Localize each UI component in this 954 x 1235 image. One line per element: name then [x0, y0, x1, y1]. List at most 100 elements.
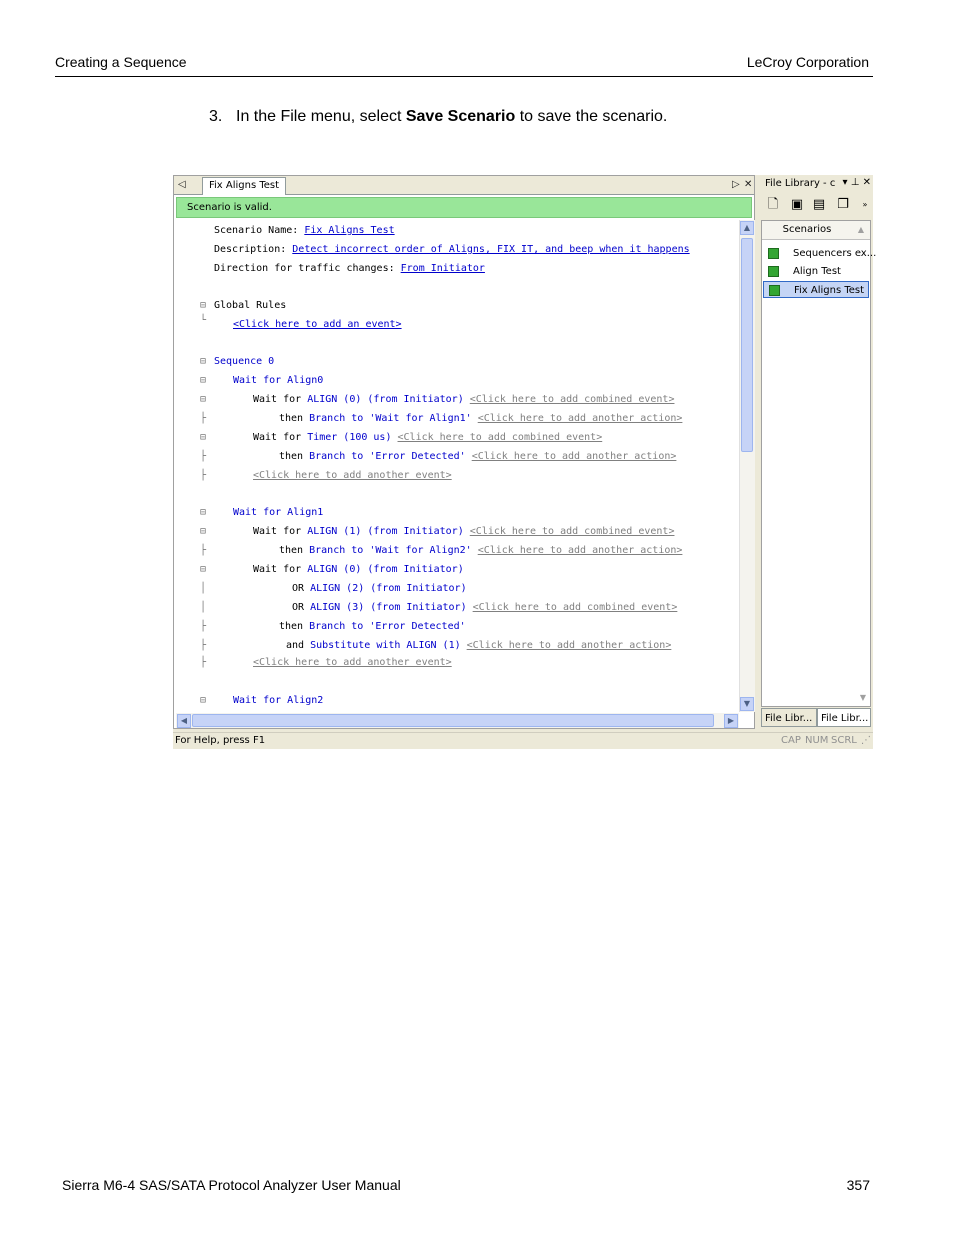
- collapse-icon[interactable]: ⊟: [200, 299, 209, 313]
- collapse-icon[interactable]: ⊟: [200, 355, 209, 369]
- document-tabbar: ◁ Fix Aligns Test ▷ ✕: [174, 176, 754, 195]
- collapse-icon[interactable]: ⊟: [200, 525, 209, 539]
- tree-branch-icon: ├: [200, 545, 207, 556]
- add-combined-event-link[interactable]: <Click here to add combined event>: [473, 602, 678, 613]
- add-action-link[interactable]: <Click here to add another action>: [478, 545, 683, 556]
- description-line: Description: Detect incorrect order of A…: [214, 244, 690, 255]
- add-action-link[interactable]: <Click here to add another action>: [478, 413, 683, 424]
- save-all-icon[interactable]: ▤: [811, 197, 827, 213]
- statusbar: For Help, press F1 CAP NUM SCRL ⋰: [173, 732, 873, 749]
- help-text: For Help, press F1: [175, 735, 266, 746]
- description-link[interactable]: Detect incorrect order of Aligns, FIX IT…: [292, 244, 689, 255]
- new-file-icon[interactable]: 🗋: [765, 197, 781, 213]
- event-line: Wait for ALIGN (0) (from Initiator) <Cli…: [253, 394, 675, 405]
- num-indicator: NUM: [805, 735, 829, 746]
- collapse-icon[interactable]: ⊟: [200, 563, 209, 577]
- or-event-line: OR ALIGN (3) (from Initiator) <Click her…: [292, 602, 678, 613]
- add-event-line[interactable]: <Click here to add another event>: [253, 469, 452, 483]
- collapse-icon[interactable]: ⊟: [200, 374, 209, 388]
- tab-file-library-1[interactable]: File Libr...: [761, 708, 817, 727]
- list-item[interactable]: Fix Aligns Test: [763, 281, 869, 298]
- tree-branch-icon: ├: [200, 640, 207, 651]
- tree-branch-icon: ├: [200, 451, 207, 462]
- action-line: then Branch to 'Wait for Align1' <Click …: [279, 413, 683, 424]
- scroll-right-icon[interactable]: ▶: [724, 714, 738, 728]
- vertical-scrollbar[interactable]: ▲ ▼: [739, 220, 755, 712]
- state-wait-for-align2[interactable]: Wait for Align2: [233, 694, 323, 708]
- file-library-toolbar: 🗋 ▣ ▤ ❐ »: [763, 194, 871, 218]
- scenario-name-link[interactable]: Fix Aligns Test: [304, 225, 394, 236]
- footer-manual-title: Sierra M6-4 SAS/SATA Protocol Analyzer U…: [62, 1177, 401, 1193]
- close-icon[interactable]: ✕: [744, 178, 752, 192]
- app-window: ◁ Fix Aligns Test ▷ ✕ Scenario is valid.…: [173, 175, 876, 749]
- collapse-icon[interactable]: ⊟: [200, 694, 209, 708]
- page-number: 357: [846, 1177, 870, 1193]
- horizontal-scroll-thumb[interactable]: [192, 714, 714, 727]
- or-event-line: OR ALIGN (2) (from Initiator): [292, 583, 467, 594]
- step-bold: Save Scenario: [405, 108, 516, 125]
- event-line: Wait for ALIGN (1) (from Initiator) <Cli…: [253, 526, 675, 537]
- list-header-scenarios[interactable]: Scenarios: [762, 221, 852, 240]
- scrl-indicator: SCRL: [831, 735, 857, 746]
- scenario-list: Scenarios ▲ Sequencers ex... Align Test …: [761, 220, 876, 707]
- more-icon[interactable]: »: [857, 197, 873, 213]
- file-library-pane: File Library - c ▾ ⊥ ✕ 🗋 ▣ ▤ ❐ » Scenari…: [761, 175, 876, 729]
- tree-line-icon: │: [200, 583, 207, 594]
- pin-icon[interactable]: ⊥: [851, 177, 860, 188]
- side-tabs: File Libr... File Libr...: [761, 708, 873, 728]
- scroll-up-icon[interactable]: ▲: [740, 221, 754, 235]
- add-event-line[interactable]: <Click here to add another event>: [253, 656, 452, 670]
- state-wait-for-align1[interactable]: Wait for Align1: [233, 506, 323, 520]
- scenario-icon: [768, 266, 779, 277]
- tab-right-arrow-icon[interactable]: ▷: [732, 178, 740, 192]
- tree-end-icon: └: [200, 315, 207, 326]
- action-line: then Branch to 'Error Detected': [279, 621, 466, 632]
- scenario-editor[interactable]: Scenario Name: Fix Aligns Test Descripti…: [176, 220, 738, 712]
- sort-up-icon[interactable]: ▲: [852, 221, 870, 240]
- event-line: Wait for ALIGN (0) (from Initiator): [253, 564, 464, 575]
- add-event-link[interactable]: <Click here to add an event>: [233, 318, 402, 332]
- copy-icon[interactable]: ❐: [835, 197, 851, 213]
- resize-grip-icon[interactable]: ⋰: [861, 733, 871, 748]
- document-pane: ◁ Fix Aligns Test ▷ ✕ Scenario is valid.…: [173, 175, 755, 729]
- tab-fix-aligns-test[interactable]: Fix Aligns Test: [202, 177, 287, 195]
- event-line: Wait for Timer (100 us) <Click here to a…: [253, 432, 603, 443]
- pane-controls: ▾ ⊥ ✕: [842, 177, 871, 188]
- list-item[interactable]: Sequencers ex...: [763, 245, 876, 262]
- collapse-icon[interactable]: ⊟: [200, 393, 209, 407]
- vertical-scroll-thumb[interactable]: [741, 238, 753, 452]
- add-combined-event-link[interactable]: <Click here to add combined event>: [470, 394, 675, 405]
- tree-branch-icon: ├: [200, 657, 207, 668]
- scenario-icon: [768, 248, 779, 259]
- add-combined-event-link[interactable]: <Click here to add combined event>: [398, 432, 603, 443]
- sequence-0-line[interactable]: Sequence 0: [214, 355, 274, 369]
- tab-left-arrow-icon[interactable]: ◁: [178, 178, 186, 192]
- direction-link[interactable]: From Initiator: [401, 263, 485, 274]
- list-item[interactable]: Align Test: [763, 263, 869, 280]
- step-3: 3. In the File menu, select Save Scenario…: [209, 108, 667, 126]
- state-wait-for-align0[interactable]: Wait for Align0: [233, 374, 323, 388]
- header-company: LeCroy Corporation: [746, 54, 869, 70]
- add-action-link[interactable]: <Click here to add another action>: [472, 451, 677, 462]
- action-line: then Branch to 'Wait for Align2' <Click …: [279, 545, 683, 556]
- tree-branch-icon: ├: [200, 413, 207, 424]
- collapse-icon[interactable]: ⊟: [200, 506, 209, 520]
- scenario-name-line: Scenario Name: Fix Aligns Test: [214, 225, 395, 236]
- tab-file-library-2[interactable]: File Libr...: [817, 708, 871, 727]
- add-combined-event-link[interactable]: <Click here to add combined event>: [470, 526, 675, 537]
- collapse-icon[interactable]: ⊟: [200, 431, 209, 445]
- close-icon[interactable]: ✕: [863, 177, 871, 188]
- horizontal-scrollbar[interactable]: ◀ ▶: [176, 713, 739, 728]
- tree-branch-icon: ├: [200, 621, 207, 632]
- save-icon[interactable]: ▣: [789, 197, 805, 213]
- dropdown-icon[interactable]: ▾: [842, 177, 847, 188]
- tree-branch-icon: ├: [200, 470, 207, 481]
- action-line: and Substitute with ALIGN (1) <Click her…: [286, 640, 672, 651]
- action-line: then Branch to 'Error Detected' <Click h…: [279, 451, 677, 462]
- tree-line-icon: │: [200, 602, 207, 613]
- scroll-down-icon[interactable]: ▼: [740, 697, 754, 711]
- step-text-before: In the File menu, select: [236, 108, 406, 125]
- scroll-left-icon[interactable]: ◀: [177, 714, 191, 728]
- add-action-link[interactable]: <Click here to add another action>: [467, 640, 672, 651]
- scroll-down-icon[interactable]: ▼: [860, 693, 866, 702]
